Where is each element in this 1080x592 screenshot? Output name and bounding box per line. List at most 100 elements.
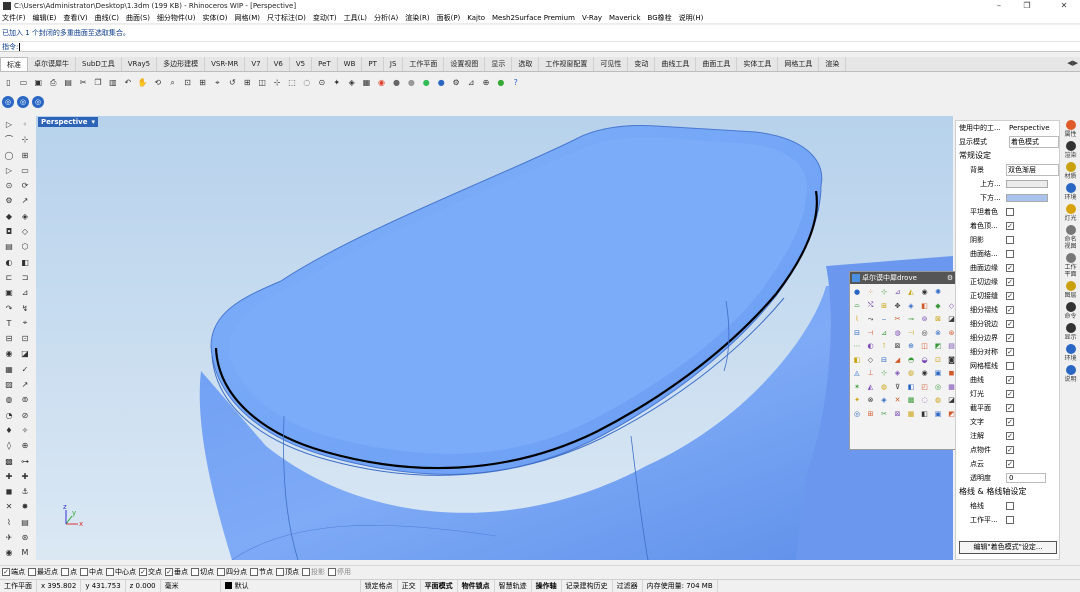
float-tool-icon[interactable]: ⊺ bbox=[878, 340, 890, 352]
tool-icon[interactable]: ⊿ bbox=[18, 286, 32, 299]
osnap-checkbox[interactable] bbox=[276, 568, 284, 576]
mode-select[interactable]: 着色模式 bbox=[1009, 136, 1059, 148]
side-tab[interactable]: 渲染 bbox=[1064, 141, 1078, 159]
osnap-checkbox[interactable] bbox=[80, 568, 88, 576]
tool-icon[interactable]: ⟳ bbox=[18, 179, 32, 192]
tool-icon[interactable]: ✈ bbox=[2, 531, 16, 544]
tool-icon[interactable]: M bbox=[18, 546, 32, 559]
float-tool-icon[interactable]: ⊣ bbox=[905, 327, 917, 339]
float-tool-icon[interactable]: ◇ bbox=[865, 354, 877, 366]
display-option-checkbox[interactable]: ✓ bbox=[1006, 278, 1014, 286]
osnap-icon[interactable]: ⊹ bbox=[271, 76, 284, 89]
float-tool-icon[interactable]: ◌ bbox=[919, 394, 931, 406]
tab-scroll-icon[interactable]: ◀▶ bbox=[1067, 59, 1078, 67]
display-option-checkbox[interactable]: ✓ bbox=[1006, 446, 1014, 454]
tool-icon[interactable]: ✚ bbox=[18, 470, 32, 483]
float-tool-icon[interactable]: ✂ bbox=[892, 313, 904, 325]
toolbar-tab[interactable]: 可见性 bbox=[594, 57, 629, 71]
float-tool-icon[interactable]: ⌓ bbox=[851, 300, 863, 312]
float-tool-icon[interactable]: ◭ bbox=[905, 286, 917, 298]
side-tab[interactable]: 命名视图 bbox=[1064, 225, 1078, 250]
copy-icon[interactable]: ❐ bbox=[92, 76, 105, 89]
float-tool-icon[interactable]: ◢ bbox=[892, 354, 904, 366]
osnap-checkbox[interactable] bbox=[28, 568, 36, 576]
tool-icon[interactable]: ↷ bbox=[2, 302, 16, 315]
float-tool-icon[interactable]: ◩ bbox=[932, 340, 944, 352]
background-select[interactable]: 双色渐层 bbox=[1006, 164, 1059, 176]
menu-item[interactable]: 实体(O) bbox=[203, 13, 228, 23]
material-sphere-icon[interactable]: ● bbox=[420, 76, 433, 89]
float-tool-icon[interactable]: ✶ bbox=[851, 381, 863, 393]
toolbar-tab[interactable]: PeT bbox=[312, 57, 338, 71]
tool-icon[interactable]: ✚ bbox=[2, 470, 16, 483]
display-option-row[interactable]: 细分边界 ✓ bbox=[956, 331, 1059, 345]
tool-icon[interactable]: ⊕ bbox=[18, 439, 32, 452]
float-tool-icon[interactable]: ⊠ bbox=[932, 313, 944, 325]
tool-icon[interactable]: ✓ bbox=[18, 363, 32, 376]
toolbar-tab[interactable]: 实体工具 bbox=[737, 57, 779, 71]
side-tab[interactable]: 环境 bbox=[1064, 344, 1078, 362]
cplane-status[interactable]: 工作平面 bbox=[0, 579, 37, 592]
tool-icon[interactable]: ▩ bbox=[2, 455, 16, 468]
display-option-row[interactable]: 细分对称 ✓ bbox=[956, 345, 1059, 359]
osnap-checkbox[interactable] bbox=[191, 568, 199, 576]
tool-icon[interactable]: ⚓ bbox=[18, 485, 32, 498]
float-tool-icon[interactable]: ◰ bbox=[919, 381, 931, 393]
tool-icon[interactable]: ◍ bbox=[2, 393, 16, 406]
float-tool-icon[interactable]: ● bbox=[851, 286, 863, 298]
tool-icon[interactable]: ⬡ bbox=[18, 240, 32, 253]
tool-icon[interactable]: ⌖ bbox=[18, 317, 32, 330]
viewport-menu-icon[interactable]: ▾ bbox=[91, 117, 95, 127]
display-option-checkbox[interactable] bbox=[1006, 208, 1014, 216]
four-viewports-icon[interactable]: ⊞ bbox=[241, 76, 254, 89]
transparency-input[interactable]: 0 bbox=[1006, 473, 1046, 483]
print-icon[interactable]: ⎙ bbox=[47, 76, 60, 89]
perspective-viewport[interactable]: x y z bbox=[36, 116, 953, 560]
toolbar-tab[interactable]: WB bbox=[338, 57, 363, 71]
tool-icon[interactable]: ▭ bbox=[18, 164, 32, 177]
menu-item[interactable]: 网格(M) bbox=[235, 13, 261, 23]
toolbar-tab[interactable]: 变动 bbox=[628, 57, 656, 71]
toolbar-tab[interactable]: 工作平面 bbox=[403, 57, 445, 71]
background-row[interactable]: 背景 双色渐层 bbox=[956, 163, 1059, 177]
toolbar-tab[interactable]: 工作视窗配置 bbox=[539, 57, 595, 71]
osnap-toggle[interactable]: 四分点 bbox=[217, 567, 247, 577]
status-mode-toggle[interactable]: 锁定格点 bbox=[361, 579, 398, 592]
float-tool-icon[interactable]: ⊠ bbox=[892, 408, 904, 420]
new-file-icon[interactable]: ▯ bbox=[2, 76, 15, 89]
display-option-row[interactable]: 点云 ✓ bbox=[956, 457, 1059, 471]
tool-icon[interactable]: ⊘ bbox=[18, 409, 32, 422]
tool-icon[interactable]: ▤ bbox=[2, 240, 16, 253]
float-tool-icon[interactable]: ◬ bbox=[851, 367, 863, 379]
display-option-checkbox[interactable]: ✓ bbox=[1006, 222, 1014, 230]
side-tab[interactable]: 图层 bbox=[1064, 281, 1078, 299]
bottom-color-swatch[interactable] bbox=[1006, 194, 1048, 202]
float-tool-icon[interactable]: ⊿ bbox=[892, 286, 904, 298]
render-sphere-icon[interactable]: ● bbox=[405, 76, 418, 89]
osnap-toggle[interactable]: 顶点 bbox=[276, 567, 299, 577]
toolbar-tab[interactable]: 显示 bbox=[485, 57, 513, 71]
float-tool-icon[interactable]: ◈ bbox=[878, 394, 890, 406]
toolbar-tab[interactable]: V7 bbox=[245, 57, 268, 71]
toolbar-tab[interactable]: V6 bbox=[268, 57, 290, 71]
osnap-toggle[interactable]: 点 bbox=[61, 567, 77, 577]
floating-toolbar-panel[interactable]: 卓尔谟中犀drove ⚙ ✕ ●⁘⊹⊿◭◉✺⌓⤭⊞✥◈◧◆◇⌇⤳⌢✂⊸⊚⊠◪⊟⊣… bbox=[849, 271, 962, 450]
tool-icon[interactable]: ▨ bbox=[2, 378, 16, 391]
float-tool-icon[interactable]: ⌢ bbox=[878, 313, 890, 325]
tool-icon[interactable]: ▷ bbox=[2, 164, 16, 177]
osnap-toggle[interactable]: ✓ 交点 bbox=[139, 567, 162, 577]
float-tool-icon[interactable]: ⤳ bbox=[865, 313, 877, 325]
toolbar-tab[interactable]: 标准 bbox=[0, 57, 28, 71]
tool-icon[interactable]: ◉ bbox=[2, 546, 16, 559]
tool-icon[interactable]: ⊏ bbox=[2, 271, 16, 284]
view-front-icon[interactable]: ◎ bbox=[17, 96, 29, 108]
tool-icon[interactable]: ◯ bbox=[2, 149, 16, 162]
float-tool-icon[interactable]: ▦ bbox=[905, 408, 917, 420]
tool-icon[interactable]: ◘ bbox=[2, 225, 16, 238]
bottom-color-row[interactable]: 下方... bbox=[956, 191, 1059, 205]
menu-item[interactable]: 面板(P) bbox=[437, 13, 461, 23]
float-tool-icon[interactable]: ◎ bbox=[919, 327, 931, 339]
toolbar-tab[interactable]: 选取 bbox=[512, 57, 540, 71]
display-option-checkbox[interactable] bbox=[1006, 236, 1014, 244]
display-option-row[interactable]: 曲面结... bbox=[956, 247, 1059, 261]
